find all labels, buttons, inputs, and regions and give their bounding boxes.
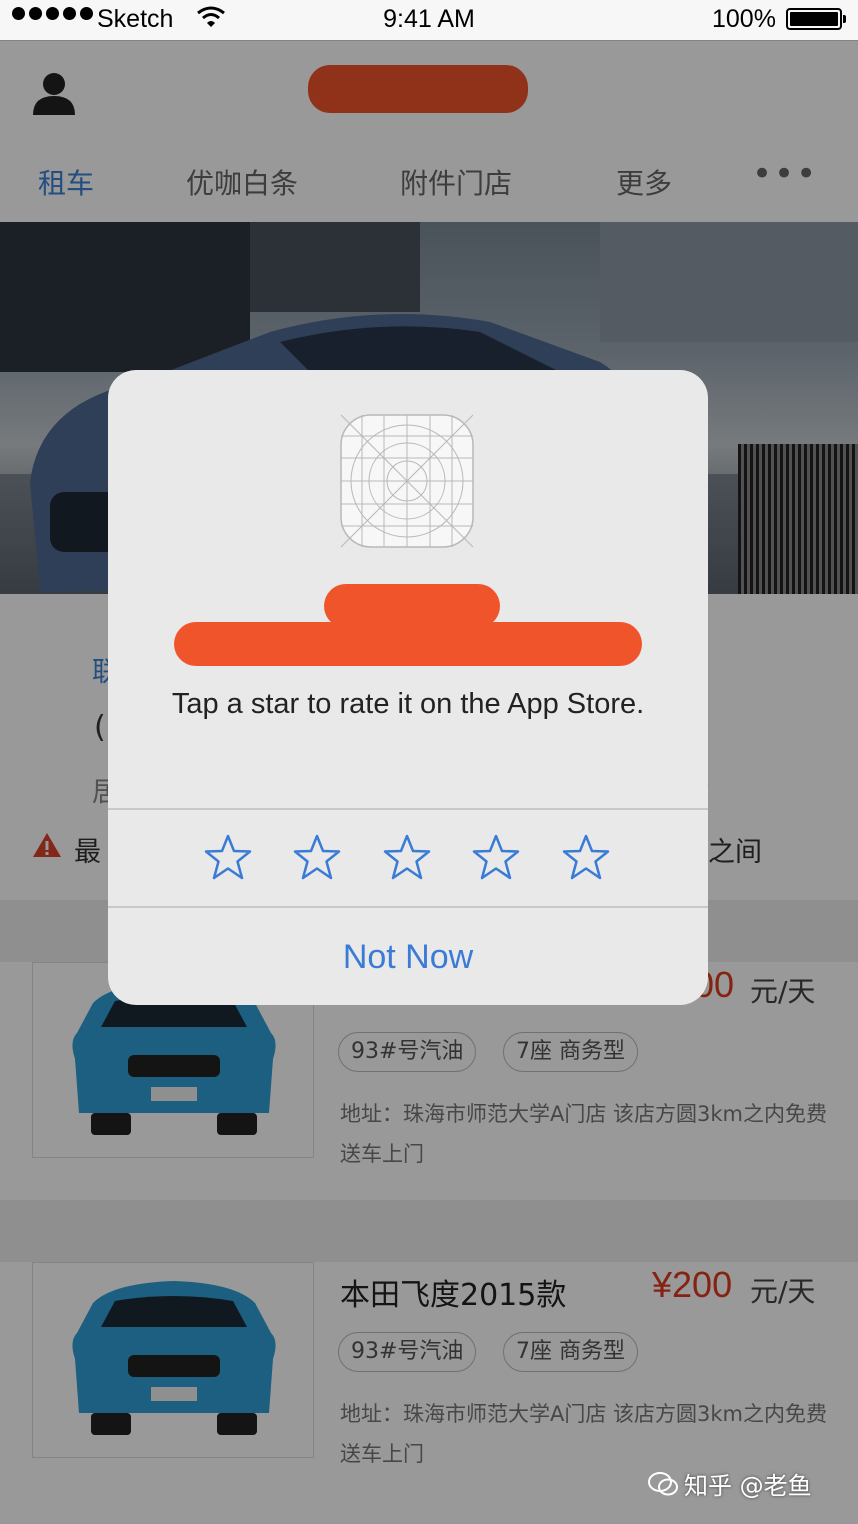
app-icon-placeholder — [340, 414, 474, 548]
star-icon-1[interactable] — [204, 834, 252, 880]
star-icon-4[interactable] — [472, 834, 520, 880]
battery-icon — [786, 8, 846, 30]
app-store-rating-dialog: Tap a star to rate it on the App Store. … — [108, 370, 708, 1005]
wechat-icon — [648, 1471, 678, 1495]
star-icon-5[interactable] — [562, 834, 610, 880]
alert-divider — [108, 906, 708, 908]
watermark: 知乎 @老鱼 — [648, 1466, 812, 1501]
not-now-button[interactable]: Not Now — [108, 910, 708, 1005]
star-icon-3[interactable] — [383, 834, 431, 880]
star-rating-row — [108, 810, 708, 906]
watermark-text: 知乎 @老鱼 — [684, 1472, 812, 1500]
status-bar: Sketch 9:41 AM 100% — [0, 0, 858, 40]
battery-percentage: 100% — [712, 5, 776, 33]
redacted-title-line — [174, 622, 642, 666]
star-icon-2[interactable] — [293, 834, 341, 880]
rating-prompt-text: Tap a star to rate it on the App Store. — [171, 688, 645, 720]
